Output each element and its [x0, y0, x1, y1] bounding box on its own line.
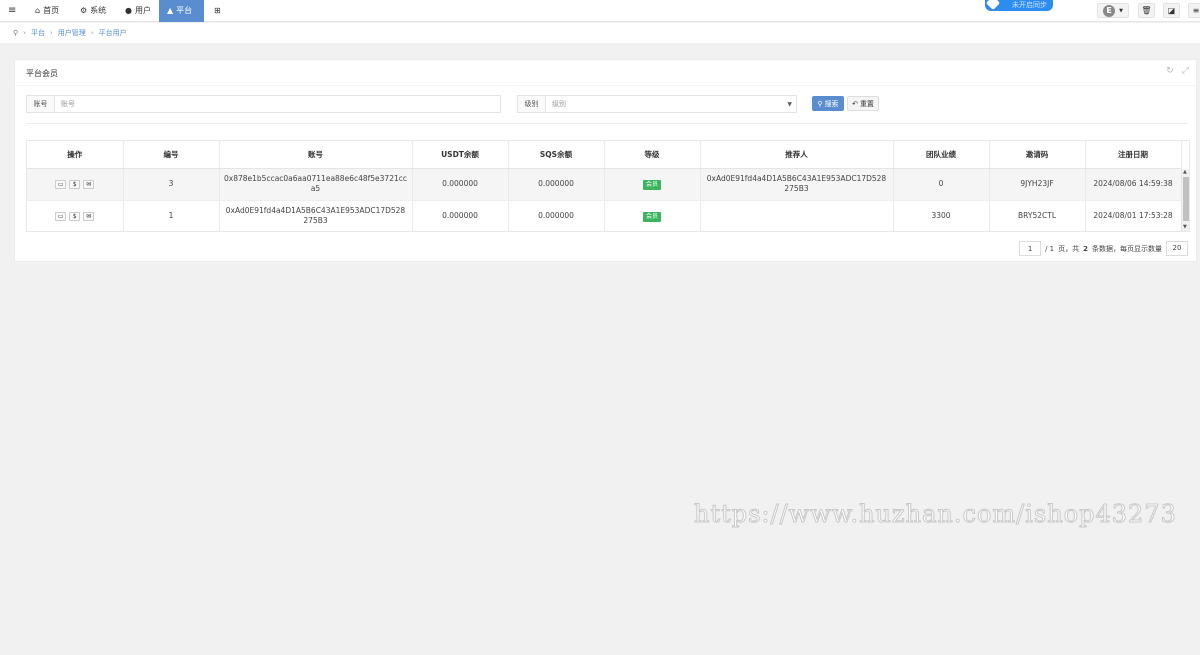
user-menu[interactable]: E ▼ — [1097, 3, 1129, 18]
cell-date: 2024/08/01 17:53:28 — [1085, 200, 1182, 231]
level-badge: 会员 — [642, 211, 661, 222]
top-navbar: ≡ ⌂ 首页 ⚙ 系统 ● 用户 ▲ 平台 ⊞ 未开启同步 E ▼ 🗑 ◪ ≡ — [0, 0, 1200, 22]
sync-logo-icon — [985, 0, 1001, 11]
nav-item-user[interactable]: ● 用户 — [125, 0, 151, 22]
total-rows: 2 — [1083, 244, 1088, 253]
card-icon[interactable]: ▭ — [55, 179, 67, 189]
location-pin-icon: ⚲ — [13, 29, 19, 37]
cell-referrer: 0xAd0E91fd4a4D1A5B6C43A1E953ADC17D528275… — [700, 168, 894, 201]
level-badge: 会员 — [642, 179, 661, 190]
nav-item-system[interactable]: ⚙ 系统 — [80, 0, 106, 22]
dollar-icon[interactable]: $ — [69, 179, 81, 189]
level-filter: 级别 ▼ — [517, 95, 797, 113]
mail-icon[interactable]: ✉ — [83, 211, 95, 221]
nav-item-platform[interactable]: ▲ 平台 — [159, 0, 204, 22]
search-icon: ⚲ — [817, 100, 823, 108]
account-label: 账号 — [27, 96, 55, 112]
chevron-down-icon: ▼ — [787, 101, 792, 108]
col-header[interactable]: 推荐人 — [700, 141, 894, 169]
cell-id: 3 — [123, 168, 220, 201]
cell-account: 0x878e1b5ccac0a6aa0711ea88e6c48f5e3721cc… — [219, 168, 413, 201]
cell-team: 3300 — [893, 200, 990, 231]
nav-item-label: 系统 — [90, 6, 107, 15]
col-header[interactable]: 邀请码 — [989, 141, 1086, 169]
cell-usdt: 0.000000 — [412, 200, 509, 231]
scrollbar-thumb[interactable] — [1183, 177, 1189, 221]
cell-account: 0xAd0E91fd4a4D1A5B6C43A1E953ADC17D528275… — [219, 200, 413, 231]
col-header[interactable]: 等级 — [604, 141, 701, 169]
cell-sqs: 0.000000 — [508, 200, 605, 231]
reset-button[interactable]: ↶ 重置 — [847, 96, 879, 111]
chevron-down-icon: ▼ — [1119, 7, 1123, 14]
avatar: E — [1103, 4, 1116, 17]
table-scrollbar[interactable]: ▲ ▼ — [1181, 169, 1189, 231]
col-header[interactable]: 注册日期 — [1085, 141, 1182, 169]
col-header: 操作 — [27, 141, 124, 169]
table-row: ▭ $ ✉ 1 0xAd0E91fd4a4D1A5B6C43A1E953ADC1… — [27, 200, 1182, 231]
members-panel: 平台会员 ↻ ⤢ 账号 级别 ▼ ⚲ 搜索 ↶ 重置 操作 — [14, 59, 1197, 262]
scroll-down-icon[interactable]: ▼ — [1183, 224, 1187, 230]
trash-icon[interactable]: 🗑 — [1138, 3, 1155, 18]
breadcrumb-item[interactable]: 平台 — [31, 28, 45, 38]
gear-icon: ⚙ — [80, 6, 88, 15]
pagination: / 1 页，共 2 条数据，每页显示数量 20 — [1019, 241, 1188, 256]
cell-invite: BRY52CTL — [989, 200, 1086, 231]
cell-date: 2024/08/06 14:59:38 — [1085, 168, 1182, 201]
nav-item-label: 用户 — [134, 6, 151, 15]
cell-referrer — [700, 200, 894, 231]
level-select[interactable] — [546, 96, 796, 112]
members-table: 操作 编号 账号 USDT余额 SQS余额 等级 推荐人 团队业绩 邀请码 注册… — [26, 140, 1190, 232]
total-pages: / 1 — [1045, 244, 1055, 253]
cell-team: 0 — [893, 168, 990, 201]
hamburger-icon[interactable]: ≡ — [8, 0, 16, 22]
account-filter: 账号 — [26, 95, 501, 113]
mail-icon[interactable]: ✉ — [83, 179, 95, 189]
fullscreen-icon[interactable]: ◪ — [1163, 3, 1180, 18]
page-size-select[interactable]: 20 — [1166, 241, 1188, 256]
col-header[interactable]: 团队业绩 — [893, 141, 990, 169]
pager-text: 页，共 — [1058, 244, 1080, 253]
search-button[interactable]: ⚲ 搜索 — [812, 96, 844, 111]
cell-usdt: 0.000000 — [412, 168, 509, 201]
panel-title: 平台会员 — [26, 69, 58, 78]
scroll-up-icon[interactable]: ▲ — [1183, 169, 1187, 175]
refresh-icon[interactable]: ↻ — [1166, 66, 1174, 76]
card-icon[interactable]: ▭ — [55, 211, 67, 221]
nav-item-home[interactable]: ⌂ 首页 — [35, 0, 59, 22]
account-input[interactable] — [55, 96, 500, 112]
col-header[interactable]: SQS余额 — [508, 141, 605, 169]
cell-sqs: 0.000000 — [508, 168, 605, 201]
sync-button[interactable]: 未开启同步 — [985, 0, 1053, 11]
dollar-icon[interactable]: $ — [69, 211, 81, 221]
list-icon[interactable]: ≡ — [1188, 3, 1200, 18]
table-header-row: 操作 编号 账号 USDT余额 SQS余额 等级 推荐人 团队业绩 邀请码 注册… — [27, 141, 1182, 169]
level-label: 级别 — [518, 96, 546, 112]
user-icon: ● — [125, 6, 132, 15]
home-icon: ⌂ — [35, 6, 41, 15]
watermark-text: https://www.huzhan.com/ishop43273 — [694, 500, 1177, 529]
cell-id: 1 — [123, 200, 220, 231]
cell-invite: 9JYH23JF — [989, 168, 1086, 201]
undo-icon: ↶ — [852, 100, 858, 108]
breadcrumb-item[interactable]: 平台用户 — [99, 28, 127, 38]
sync-label: 未开启同步 — [1012, 1, 1047, 9]
expand-icon[interactable]: ⤢ — [1182, 66, 1189, 76]
breadcrumb: ⚲ › 平台 › 用户管理 › 平台用户 — [0, 23, 1200, 43]
table-row: ▭ $ ✉ 3 0x878e1b5ccac0a6aa0711ea88e6c48f… — [27, 168, 1182, 201]
breadcrumb-item[interactable]: 用户管理 — [58, 28, 86, 38]
page-number-input[interactable] — [1019, 241, 1042, 256]
nav-item-label: 首页 — [43, 6, 60, 15]
col-header[interactable]: 账号 — [219, 141, 413, 169]
panel-header: 平台会员 ↻ ⤢ — [15, 60, 1196, 86]
grid-icon[interactable]: ⊞ — [214, 0, 221, 22]
col-header[interactable]: USDT余额 — [412, 141, 509, 169]
nav-item-label: 平台 — [176, 6, 193, 15]
col-header[interactable]: 编号 — [123, 141, 220, 169]
bag-icon: ▲ — [167, 6, 174, 15]
pager-text: 条数据，每页显示数量 — [1092, 244, 1162, 253]
divider — [26, 123, 1188, 124]
